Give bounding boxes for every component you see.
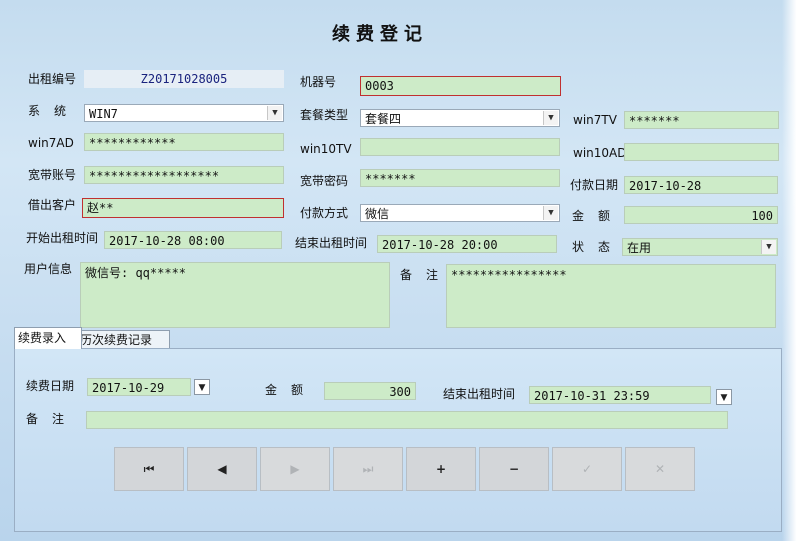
start-time-label: 开始出租时间 (26, 231, 99, 245)
amount-label: 金额 (572, 209, 625, 223)
payment-date-label: 付款日期 (570, 178, 619, 192)
last-record-button[interactable]: ⏭ (333, 447, 403, 491)
minus-icon: − (508, 462, 520, 476)
close-icon: ✕ (654, 462, 666, 476)
win10tv-field[interactable] (360, 138, 560, 156)
start-time-field[interactable]: 2017-10-28 08:00 (104, 231, 282, 249)
prev-record-button[interactable]: ◀ (187, 447, 257, 491)
remark-label: 备注 (400, 268, 453, 282)
broadband-password-label: 宽带密码 (300, 174, 349, 188)
first-icon: ⏮ (143, 462, 155, 476)
remark-field[interactable]: **************** (446, 264, 776, 328)
system-select[interactable]: WIN7 ▼ (84, 104, 284, 122)
win10tv-label: win10TV (300, 142, 352, 156)
win10ad-label: win10AD (573, 146, 627, 160)
status-label: 状态 (572, 240, 625, 254)
win7tv-field[interactable]: ******* (624, 111, 779, 129)
renew-amount-field[interactable]: 300 (324, 382, 416, 400)
tab-renewal-entry[interactable]: 续费录入 (14, 327, 82, 349)
renew-date-label: 续费日期 (26, 379, 75, 393)
status-value: 在用 (627, 241, 652, 255)
date-picker-icon[interactable]: ▼ (716, 389, 732, 405)
add-record-button[interactable]: + (406, 447, 476, 491)
win7tv-label: win7TV (573, 113, 617, 127)
renew-end-time-field[interactable]: 2017-10-31 23:59 (529, 386, 711, 404)
win7ad-field[interactable]: ************ (84, 133, 284, 151)
system-value: WIN7 (89, 107, 118, 121)
status-select[interactable]: 在用 ▼ (622, 238, 778, 256)
renewal-entry-panel (14, 348, 782, 532)
amount-field[interactable]: 100 (624, 206, 778, 224)
plus-icon: + (435, 462, 447, 476)
last-icon: ⏭ (362, 462, 374, 476)
renew-date-field[interactable]: 2017-10-29 (87, 378, 191, 396)
renew-end-time-label: 结束出租时间 (443, 387, 516, 401)
renew-remark-field[interactable] (86, 411, 728, 429)
win10ad-field[interactable] (624, 143, 779, 161)
payment-method-value: 微信 (365, 207, 390, 221)
renew-amount-label: 金额 (265, 383, 318, 397)
check-icon: ✓ (581, 462, 593, 476)
user-info-field[interactable]: 微信号: qq***** (80, 262, 390, 328)
cancel-record-button[interactable]: ✕ (625, 447, 695, 491)
next-record-button[interactable]: ▶ (260, 447, 330, 491)
broadband-account-label: 宽带账号 (28, 168, 77, 182)
broadband-account-field[interactable]: ****************** (84, 166, 284, 184)
first-record-button[interactable]: ⏮ (114, 447, 184, 491)
rental-no-value: Z20171028005 (84, 70, 284, 88)
payment-method-label: 付款方式 (300, 206, 349, 220)
rental-no-label: 出租编号 (28, 72, 77, 86)
page-title: 续费登记 (332, 24, 428, 45)
save-record-button[interactable]: ✓ (552, 447, 622, 491)
payment-method-select[interactable]: 微信 ▼ (360, 204, 560, 222)
renewal-window: 续费登记 出租编号 Z20171028005 机器号 0003 系统 WIN7 … (0, 0, 800, 541)
chevron-down-icon[interactable]: ▼ (543, 111, 558, 125)
system-label: 系统 (28, 104, 81, 118)
broadband-password-field[interactable]: ******* (360, 169, 560, 187)
package-type-label: 套餐类型 (300, 108, 349, 122)
machine-no-label: 机器号 (300, 75, 337, 89)
prev-icon: ◀ (217, 462, 227, 476)
renew-remark-label: 备注 (26, 412, 79, 426)
machine-no-field[interactable]: 0003 (360, 76, 561, 96)
chevron-down-icon[interactable]: ▼ (267, 106, 282, 120)
next-icon: ▶ (290, 462, 300, 476)
win7ad-label: win7AD (28, 136, 74, 150)
delete-record-button[interactable]: − (479, 447, 549, 491)
tab-renewal-history[interactable]: 历次续费记录 (76, 330, 170, 349)
package-type-value: 套餐四 (365, 112, 402, 126)
end-time-field[interactable]: 2017-10-28 20:00 (377, 235, 557, 253)
customer-field[interactable]: 赵** (82, 198, 284, 218)
chevron-down-icon[interactable]: ▼ (543, 206, 558, 220)
customer-label: 借出客户 (28, 198, 77, 212)
payment-date-field[interactable]: 2017-10-28 (624, 176, 778, 194)
package-type-select[interactable]: 套餐四 ▼ (360, 109, 560, 127)
chevron-down-icon[interactable]: ▼ (761, 240, 776, 254)
date-picker-icon[interactable]: ▼ (194, 379, 210, 395)
user-info-label: 用户信息 (24, 262, 73, 276)
end-time-label: 结束出租时间 (295, 236, 368, 250)
